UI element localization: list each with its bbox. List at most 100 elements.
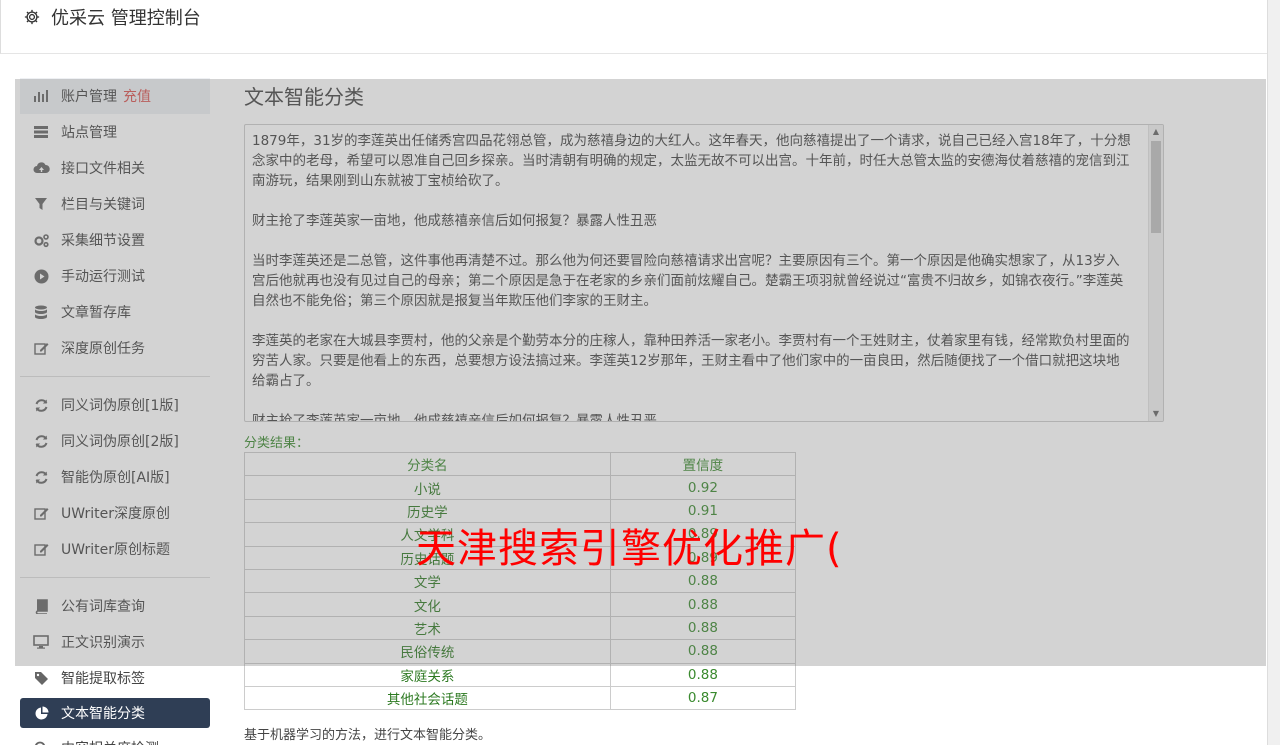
watermark-text: 天津搜索引擎优化推广( (416, 526, 843, 572)
text-paragraph: 李莲英的老家在大城县李贾村，他的父亲是个勤劳本分的庄稼人，靠种田养活一家老小。李… (252, 333, 1130, 389)
brand[interactable]: 优采云 管理控制台 (21, 4, 201, 30)
table-row: 民俗传统 0.88 (244, 639, 797, 664)
confidence-cell: 0.88 (609, 639, 797, 664)
sidebar-item-label: 文章暂存库 (61, 305, 131, 321)
header-category: 分类名 (244, 451, 611, 477)
text-content: 1879年，31岁的李莲英出任储秀宫四品花翎总管，成为慈禧身边的大红人。这年春天… (245, 125, 1163, 422)
category-cell: 家庭关系 (244, 662, 611, 687)
book-icon (32, 597, 50, 615)
server-icon (32, 123, 50, 141)
text-input-area[interactable]: 1879年，31岁的李莲英出任储秀宫四品花翎总管，成为慈禧身边的大红人。这年春天… (244, 124, 1164, 422)
gears-icon (32, 231, 50, 249)
sidebar-item-label: 同义词伪原创[1版] (61, 398, 179, 414)
sidebar-item-15[interactable]: 智能提取标签 (20, 660, 210, 696)
table-row: 其他社会话题 0.87 (244, 685, 797, 711)
category-cell: 小说 (244, 475, 611, 500)
gear-icon (21, 6, 43, 28)
footnote: 基于机器学习的方法，进行文本智能分类。 (244, 728, 492, 744)
textarea-scrollbar[interactable]: ▲ ▼ (1148, 125, 1163, 421)
bar-chart-icon (32, 87, 50, 105)
sidebar-item-12[interactable]: UWriter原创标题 (20, 531, 210, 567)
sidebar-divider (20, 577, 210, 578)
sidebar-item-label: 内容相关度检测 (61, 738, 159, 745)
sidebar-item-7[interactable]: 深度原创任务 (20, 330, 210, 366)
sidebar-item-11[interactable]: UWriter深度原创 (20, 495, 210, 531)
scroll-up-icon[interactable]: ▲ (1149, 125, 1163, 139)
category-cell: 民俗传统 (244, 639, 611, 664)
sidebar-item-10[interactable]: 智能伪原创[AI版] (20, 459, 210, 495)
play-circle-icon (32, 267, 50, 285)
sidebar-item-label: 同义词伪原创[2版] (61, 434, 179, 450)
search-icon (32, 739, 50, 745)
sidebar-item-14[interactable]: 正文识别演示 (20, 624, 210, 660)
table-row: 艺术 0.88 (244, 615, 797, 641)
sidebar-item-0[interactable]: 账户管理 充值 (20, 78, 210, 114)
edit-icon (32, 339, 50, 357)
sidebar-item-label: UWriter深度原创 (61, 506, 170, 522)
table-row: 文化 0.88 (244, 592, 797, 617)
sidebar-item-2[interactable]: 接口文件相关 (20, 150, 210, 186)
sidebar-item-6[interactable]: 文章暂存库 (20, 294, 210, 330)
monitor-icon (32, 633, 50, 651)
sidebar-item-8[interactable]: 同义词伪原创[1版] (20, 387, 210, 423)
cloud-upload-icon (32, 159, 50, 177)
sidebar-item-17[interactable]: 内容相关度检测 (20, 730, 210, 745)
sidebar-item-13[interactable]: 公有词库查询 (20, 588, 210, 624)
text-paragraph: 1879年，31岁的李莲英出任储秀宫四品花翎总管，成为慈禧身边的大红人。这年春天… (252, 133, 1131, 189)
text-paragraph: 财主抢了李莲英家一亩地，他成慈禧亲信后如何报复？暴露人性丑恶 (252, 413, 657, 422)
refresh-icon (32, 468, 50, 486)
sidebar-item-label: 采集细节设置 (61, 233, 145, 249)
main-area: 账户管理 充值站点管理接口文件相关 栏目与关键词 采集细节设置 手动运行测试 文章暂存库深… (0, 54, 1267, 745)
sidebar-item-label: UWriter原创标题 (61, 542, 170, 558)
sidebar-item-3[interactable]: 栏目与关键词 (20, 186, 210, 222)
sidebar: 账户管理 充值站点管理接口文件相关 栏目与关键词 采集细节设置 手动运行测试 文章暂存库深… (20, 78, 210, 745)
result-label: 分类结果： (244, 436, 310, 451)
sidebar-item-label: 深度原创任务 (61, 341, 145, 357)
scroll-thumb[interactable] (1151, 141, 1161, 233)
app-title: 优采云 管理控制台 (51, 8, 201, 29)
page-scrollbar[interactable] (1267, 0, 1280, 745)
sidebar-divider (20, 376, 210, 377)
confidence-cell: 0.92 (609, 475, 797, 500)
table-row: 小说 0.92 (244, 475, 797, 500)
sidebar-item-label: 手动运行测试 (61, 269, 145, 285)
sidebar-item-label: 站点管理 (61, 125, 117, 141)
sidebar-item-label: 接口文件相关 (61, 161, 145, 177)
page-title: 文本智能分类 (244, 85, 364, 109)
confidence-cell: 0.88 (609, 592, 797, 617)
confidence-cell: 0.88 (609, 615, 797, 641)
top-bar: 优采云 管理控制台 (0, 0, 1267, 54)
refresh-icon (32, 396, 50, 414)
text-paragraph: 财主抢了李莲英家一亩地，他成慈禧亲信后如何报复？暴露人性丑恶 (252, 213, 657, 229)
sidebar-item-1[interactable]: 站点管理 (20, 114, 210, 150)
sidebar-item-5[interactable]: 手动运行测试 (20, 258, 210, 294)
table-row: 家庭关系 0.88 (244, 662, 797, 687)
edit-icon (32, 504, 50, 522)
recharge-link[interactable]: 充值 (123, 86, 151, 106)
scroll-down-icon[interactable]: ▼ (1149, 407, 1163, 421)
filter-icon (32, 195, 50, 213)
sidebar-item-label: 账户管理 (61, 89, 117, 105)
edit-icon (32, 540, 50, 558)
confidence-cell: 0.88 (609, 662, 797, 687)
sidebar-item-16[interactable]: 文本智能分类 (20, 698, 210, 728)
sidebar-item-label: 文本智能分类 (61, 706, 145, 722)
result-table: 分类名 置信度 小说 0.92 历史学 0.91 人文学科 0.89 历史话题 0.89 文学 0… (244, 451, 797, 711)
sidebar-item-label: 正文识别演示 (61, 635, 145, 651)
category-cell: 文化 (244, 592, 611, 617)
sidebar-item-9[interactable]: 同义词伪原创[2版] (20, 423, 210, 459)
content: 文本智能分类 1879年，31岁的李莲英出任储秀宫四品花翎总管，成为慈禧身边的大… (244, 78, 1164, 743)
category-cell: 艺术 (244, 615, 611, 641)
table-header-row: 分类名 置信度 (244, 451, 797, 477)
header-confidence: 置信度 (609, 451, 797, 477)
sidebar-item-label: 智能提取标签 (61, 671, 145, 687)
text-paragraph: 当时李莲英还是二总管，这件事他再清楚不过。那么他为何还要冒险向慈禧请求出宫呢？主… (252, 253, 1124, 309)
refresh-icon (32, 432, 50, 450)
sidebar-item-label: 栏目与关键词 (61, 197, 145, 213)
sidebar-item-label: 公有词库查询 (61, 599, 145, 615)
confidence-cell: 0.87 (609, 685, 797, 711)
database-icon (32, 303, 50, 321)
sidebar-item-4[interactable]: 采集细节设置 (20, 222, 210, 258)
pie-chart-icon (32, 704, 50, 722)
tag-icon (32, 669, 50, 687)
